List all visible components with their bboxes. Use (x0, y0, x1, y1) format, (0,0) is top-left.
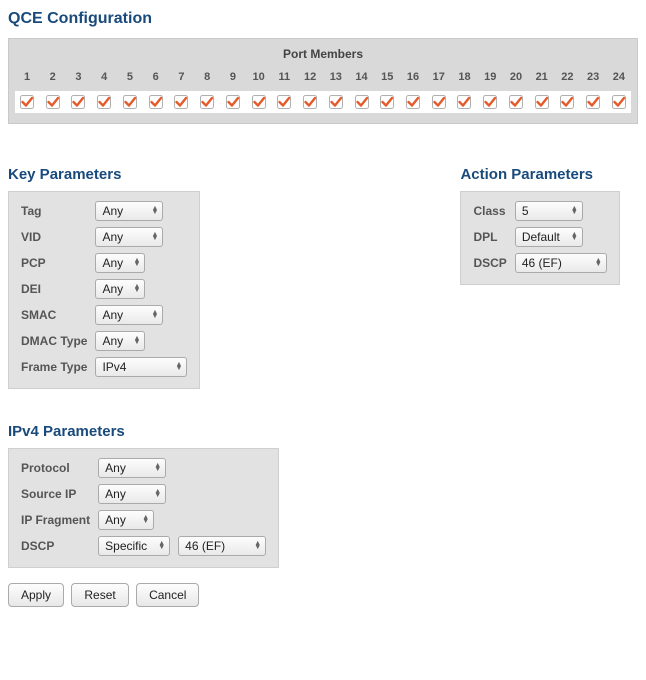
select-dmac-type[interactable]: Any▲▼ (95, 331, 145, 351)
page-title: QCE Configuration (8, 10, 638, 28)
select-pcp[interactable]: Any▲▼ (95, 253, 145, 273)
port-checkbox[interactable] (120, 95, 140, 109)
cancel-button[interactable]: Cancel (136, 583, 199, 607)
action-parameters-panel: Class 5▲▼ DPL Default▲▼ DSCP 46 (EF)▲▼ (460, 191, 619, 285)
label-source-ip: Source IP (17, 481, 94, 507)
port-number: 8 (197, 71, 217, 83)
action-parameters-section: Action Parameters Class 5▲▼ DPL Default▲… (460, 162, 619, 285)
select-class[interactable]: 5▲▼ (515, 201, 583, 221)
select-dei[interactable]: Any▲▼ (95, 279, 145, 299)
port-checkbox[interactable] (454, 95, 474, 109)
label-tag: Tag (17, 198, 91, 224)
label-class: Class (469, 198, 510, 224)
port-checkbox[interactable] (377, 95, 397, 109)
port-number: 15 (377, 71, 397, 83)
port-number: 4 (94, 71, 114, 83)
port-checkbox[interactable] (506, 95, 526, 109)
port-checkbox[interactable] (249, 95, 269, 109)
label-dmac-type: DMAC Type (17, 328, 91, 354)
label-smac: SMAC (17, 302, 91, 328)
port-number: 17 (429, 71, 449, 83)
port-number: 18 (454, 71, 474, 83)
port-checkbox[interactable] (403, 95, 423, 109)
apply-button[interactable]: Apply (8, 583, 64, 607)
select-vid[interactable]: Any▲▼ (95, 227, 163, 247)
port-number: 23 (583, 71, 603, 83)
reset-button[interactable]: Reset (71, 583, 128, 607)
port-checkbox[interactable] (94, 95, 114, 109)
port-members-panel: Port Members 1 2 3 4 5 6 7 8 9 10 11 12 … (8, 38, 638, 124)
port-checkbox[interactable] (300, 95, 320, 109)
port-members-title: Port Members (15, 47, 631, 61)
port-number: 21 (532, 71, 552, 83)
button-row: Apply Reset Cancel (8, 583, 638, 607)
label-dei: DEI (17, 276, 91, 302)
action-parameters-title: Action Parameters (460, 166, 619, 183)
select-dscp-value[interactable]: 46 (EF)▲▼ (178, 536, 266, 556)
port-checkbox[interactable] (68, 95, 88, 109)
port-number: 10 (249, 71, 269, 83)
key-parameters-title: Key Parameters (8, 166, 200, 183)
port-number-row: 1 2 3 4 5 6 7 8 9 10 11 12 13 14 15 16 1… (15, 71, 631, 83)
port-checkbox-row (15, 91, 631, 113)
select-ip-fragment[interactable]: Any▲▼ (98, 510, 154, 530)
port-checkbox[interactable] (557, 95, 577, 109)
port-checkbox[interactable] (532, 95, 552, 109)
port-checkbox[interactable] (197, 95, 217, 109)
port-checkbox[interactable] (17, 95, 37, 109)
label-pcp: PCP (17, 250, 91, 276)
select-tag[interactable]: Any▲▼ (95, 201, 163, 221)
select-dpl[interactable]: Default▲▼ (515, 227, 583, 247)
select-dscp-mode[interactable]: Specific▲▼ (98, 536, 170, 556)
select-smac[interactable]: Any▲▼ (95, 305, 163, 325)
port-checkbox[interactable] (223, 95, 243, 109)
key-parameters-panel: Tag Any▲▼ VID Any▲▼ PCP Any▲▼ DEI Any▲▼ … (8, 191, 200, 389)
port-checkbox[interactable] (171, 95, 191, 109)
port-number: 6 (146, 71, 166, 83)
ipv4-parameters-title: IPv4 Parameters (8, 423, 638, 440)
port-number: 24 (609, 71, 629, 83)
ipv4-parameters-panel: Protocol Any▲▼ Source IP Any▲▼ IP Fragme… (8, 448, 279, 568)
label-dscp-action: DSCP (469, 250, 510, 276)
port-number: 19 (480, 71, 500, 83)
port-number: 13 (326, 71, 346, 83)
port-checkbox[interactable] (43, 95, 63, 109)
port-number: 2 (43, 71, 63, 83)
port-number: 9 (223, 71, 243, 83)
port-number: 5 (120, 71, 140, 83)
select-source-ip[interactable]: Any▲▼ (98, 484, 166, 504)
port-number: 14 (352, 71, 372, 83)
label-dscp-ipv4: DSCP (17, 533, 94, 559)
port-number: 16 (403, 71, 423, 83)
port-number: 3 (68, 71, 88, 83)
port-checkbox[interactable] (326, 95, 346, 109)
label-frame-type: Frame Type (17, 354, 91, 380)
port-checkbox[interactable] (146, 95, 166, 109)
port-checkbox[interactable] (583, 95, 603, 109)
select-dscp-action[interactable]: 46 (EF)▲▼ (515, 253, 607, 273)
ipv4-parameters-section: IPv4 Parameters Protocol Any▲▼ Source IP… (8, 423, 638, 571)
label-dpl: DPL (469, 224, 510, 250)
select-protocol[interactable]: Any▲▼ (98, 458, 166, 478)
port-number: 12 (300, 71, 320, 83)
port-number: 11 (274, 71, 294, 83)
port-number: 22 (557, 71, 577, 83)
port-number: 20 (506, 71, 526, 83)
label-vid: VID (17, 224, 91, 250)
label-protocol: Protocol (17, 455, 94, 481)
port-number: 7 (171, 71, 191, 83)
port-number: 1 (17, 71, 37, 83)
label-ip-fragment: IP Fragment (17, 507, 94, 533)
port-checkbox[interactable] (429, 95, 449, 109)
port-checkbox[interactable] (609, 95, 629, 109)
key-parameters-section: Key Parameters Tag Any▲▼ VID Any▲▼ PCP A… (8, 162, 200, 389)
select-frame-type[interactable]: IPv4▲▼ (95, 357, 187, 377)
port-checkbox[interactable] (352, 95, 372, 109)
port-checkbox[interactable] (480, 95, 500, 109)
port-checkbox[interactable] (274, 95, 294, 109)
